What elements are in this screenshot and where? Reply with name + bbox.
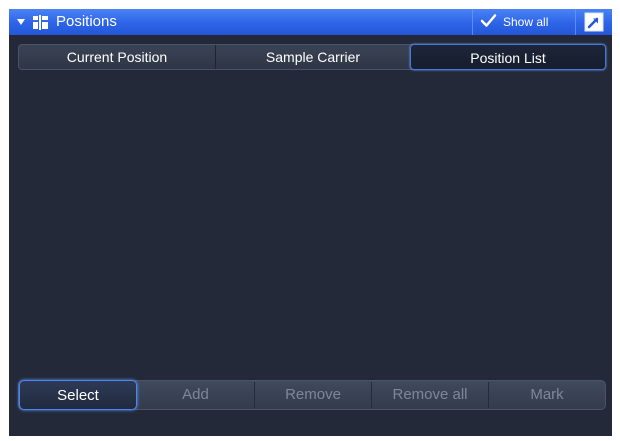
remove-all-button[interactable]: Remove all <box>372 380 488 410</box>
add-button[interactable]: Add <box>137 380 254 410</box>
check-icon <box>480 14 497 27</box>
collapse-arrow-icon[interactable] <box>17 19 25 25</box>
title-divider <box>575 9 576 35</box>
positions-icon <box>33 15 48 30</box>
tab-position-list[interactable]: Position List <box>410 44 606 70</box>
select-button[interactable]: Select <box>19 380 137 410</box>
show-all-label: Show all <box>503 15 549 29</box>
tab-current-position[interactable]: Current Position <box>19 44 215 70</box>
position-tabs: Current Position Sample Carrier Position… <box>18 44 606 70</box>
position-list-toolbar: Select Add Remove Remove all Mark <box>18 380 606 410</box>
remove-button[interactable]: Remove <box>255 380 371 410</box>
mark-button[interactable]: Mark <box>489 380 605 410</box>
panel-title-bar[interactable]: Positions Show all <box>9 9 612 35</box>
positions-panel: Positions Show all Current Position Samp… <box>9 9 612 436</box>
undock-icon[interactable] <box>584 12 604 32</box>
show-all-toggle[interactable]: Show all <box>472 9 574 35</box>
position-list[interactable] <box>18 77 606 369</box>
panel-title: Positions <box>56 13 117 30</box>
tab-sample-carrier[interactable]: Sample Carrier <box>216 44 410 70</box>
